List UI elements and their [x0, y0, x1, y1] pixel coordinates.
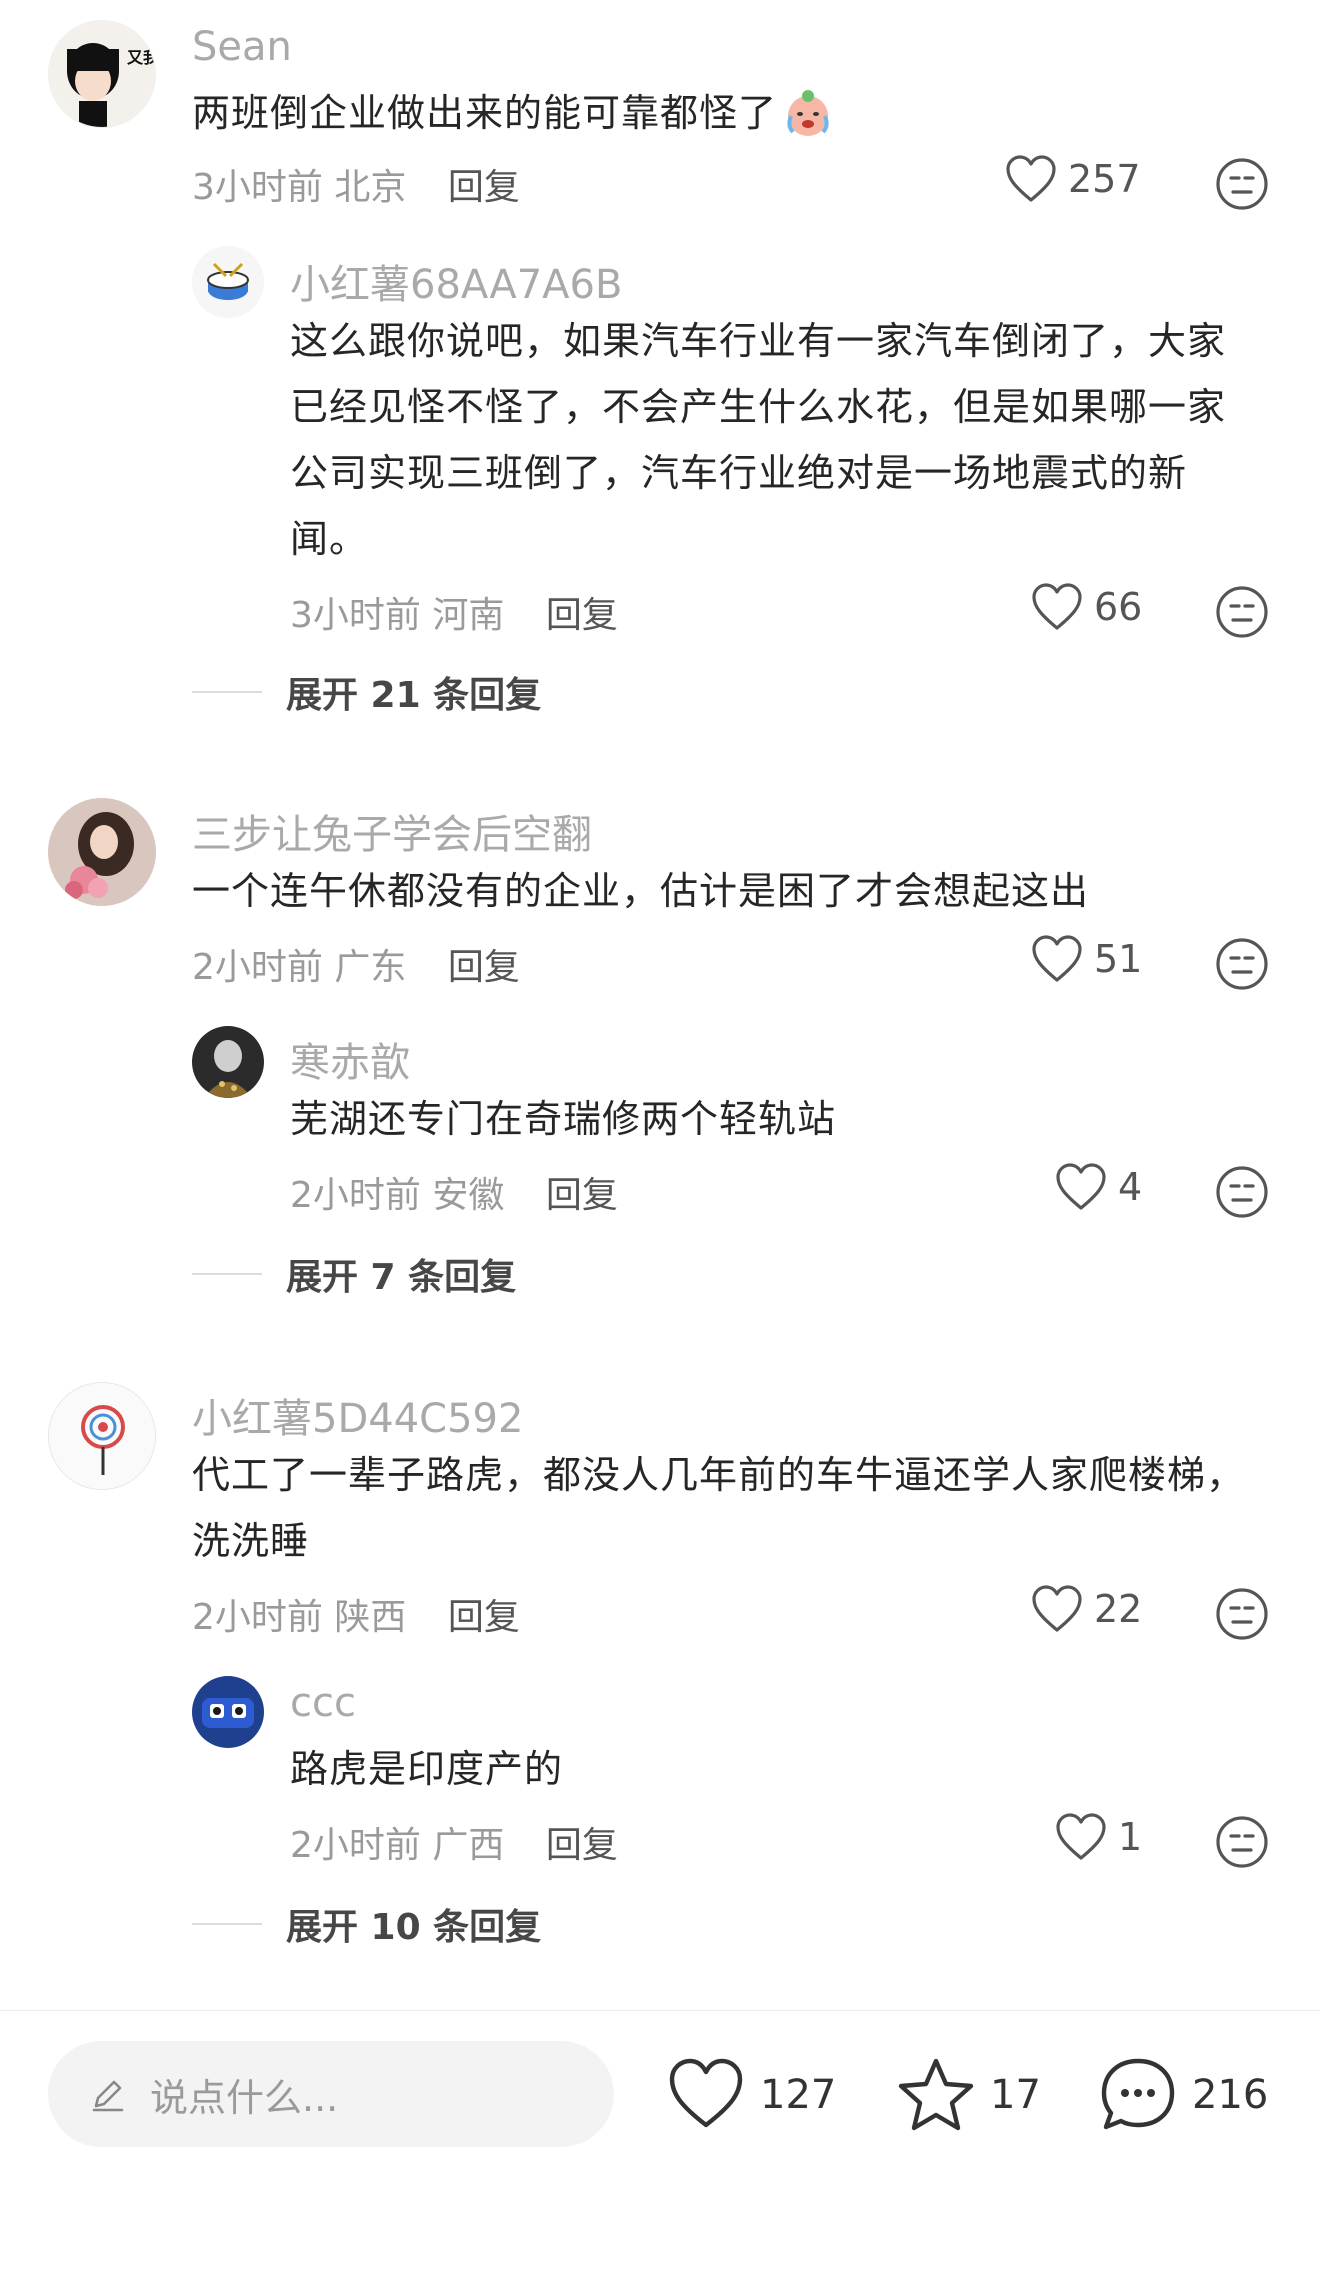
comment-meta: 2小时前 陕西 回复 [192, 1588, 520, 1640]
avatar-image [48, 798, 156, 906]
comment-time: 2小时前 [192, 1597, 323, 1638]
neutral-face-icon[interactable] [1214, 1164, 1270, 1220]
divider-line [192, 691, 262, 693]
comment-meta: 2小时前 广东 回复 [192, 938, 520, 990]
like-post-button[interactable]: 127 [666, 2047, 836, 2143]
heart-outline-icon [1032, 1585, 1082, 1632]
like-count: 1 [1118, 1815, 1143, 1859]
comment-text: 两班倒企业做出来的能可靠都怪了 [192, 91, 778, 135]
divider-line [192, 1273, 262, 1275]
reply-button[interactable]: 回复 [546, 1175, 618, 1216]
neutral-face-icon[interactable] [1214, 156, 1270, 212]
comment-meta: 3小时前 河南 回复 [290, 586, 618, 638]
avatar[interactable] [192, 246, 264, 318]
pencil-icon [92, 2080, 124, 2112]
comment-meta: 2小时前 安徽 回复 [290, 1166, 618, 1218]
like-button[interactable]: 22 [1030, 1584, 1142, 1634]
favorite-post-button[interactable]: 17 [896, 2047, 1041, 2143]
reply-button[interactable]: 回复 [448, 1597, 520, 1638]
comment-username[interactable]: 寒赤歆 [290, 1030, 410, 1088]
comment-time: 3小时前 [290, 595, 421, 636]
post-favorite-count: 17 [990, 2072, 1041, 2118]
expand-replies-label: 展开 7 条回复 [286, 1257, 517, 1298]
crying-emoji-icon [787, 90, 829, 136]
comment-location: 安徽 [432, 1175, 505, 1216]
expand-replies-label: 展开 21 条回复 [286, 675, 542, 716]
like-count: 257 [1068, 157, 1141, 201]
divider-line [192, 1923, 262, 1925]
like-count: 22 [1094, 1587, 1143, 1631]
avatar-text: 又我?? [126, 48, 156, 67]
comment-text: 代工了一辈子路虎，都没人几年前的车牛逼还学人家爬楼梯，洗洗睡 [192, 1453, 1246, 1563]
comment-time: 2小时前 [192, 947, 323, 988]
lollipop-avatar-icon [49, 1383, 155, 1489]
comment-time: 3小时前 [192, 167, 323, 208]
neutral-face-icon[interactable] [1214, 1586, 1270, 1642]
comment-time: 2小时前 [290, 1825, 421, 1866]
comment-location: 陕西 [334, 1597, 407, 1638]
like-count: 51 [1094, 937, 1143, 981]
heart-outline-icon [1056, 1813, 1106, 1860]
avatar[interactable] [192, 1676, 264, 1748]
heart-outline-icon [1032, 583, 1082, 630]
post-comment-count: 216 [1192, 2072, 1269, 2118]
comment-body: 两班倒企业做出来的能可靠都怪了 [192, 80, 1192, 146]
comment-post-button[interactable]: 216 [1098, 2047, 1268, 2143]
comment-username[interactable]: Sean [192, 24, 292, 70]
like-count: 4 [1118, 1165, 1143, 1209]
neutral-face-icon[interactable] [1214, 936, 1270, 992]
expand-replies-button[interactable]: 展开 10 条回复 [192, 1898, 541, 1950]
comments-page: 又我?? Sean 两班倒企业做出来的能可靠都怪了 3小时前 北京 [0, 0, 1320, 2274]
neutral-face-icon[interactable] [1214, 584, 1270, 640]
comment-meta: 3小时前 北京 回复 [192, 158, 520, 210]
avatar[interactable] [48, 1382, 156, 1490]
drum-avatar-icon [192, 246, 264, 318]
like-button[interactable]: 257 [1004, 154, 1141, 204]
comment-username[interactable]: 小红薯5D44C592 [192, 1386, 523, 1444]
comment-location: 河南 [432, 595, 505, 636]
reply-button[interactable]: 回复 [546, 1825, 618, 1866]
avatar[interactable] [48, 798, 156, 906]
comment-location: 北京 [334, 167, 407, 208]
like-button[interactable]: 1 [1054, 1812, 1142, 1862]
comment-input[interactable]: 说点什么... [48, 2041, 614, 2147]
expand-replies-label: 展开 10 条回复 [286, 1907, 542, 1948]
like-button[interactable]: 51 [1030, 934, 1142, 984]
comment-input-placeholder: 说点什么... [150, 2075, 339, 2120]
comment-text: 一个连午休都没有的企业，估计是困了才会想起这出 [192, 869, 1090, 913]
post-like-count: 127 [760, 2072, 837, 2118]
heart-outline-icon [1032, 935, 1082, 982]
like-button[interactable]: 66 [1030, 582, 1142, 632]
comment-username[interactable]: 三步让兔子学会后空翻 [192, 802, 592, 860]
expand-replies-button[interactable]: 展开 21 条回复 [192, 666, 541, 718]
reply-button[interactable]: 回复 [546, 595, 618, 636]
expand-replies-button[interactable]: 展开 7 条回复 [192, 1248, 516, 1300]
comment-location: 广西 [432, 1825, 505, 1866]
star-outline-icon [898, 2058, 974, 2131]
comment-username[interactable]: 小红薯68AA7A6B [290, 252, 622, 310]
heart-outline-icon [1006, 155, 1056, 202]
bottom-action-bar: 说点什么... 127 17 216 [0, 2010, 1320, 2274]
chat-bubble-icon [1101, 2058, 1175, 2130]
comment-meta: 2小时前 广西 回复 [290, 1816, 618, 1868]
comment-location: 广东 [334, 947, 407, 988]
neutral-face-icon[interactable] [1214, 1814, 1270, 1870]
comment-text: 这么跟你说吧，如果汽车行业有一家汽车倒闭了，大家已经见怪不怪了，不会产生什么水花… [290, 319, 1227, 561]
like-count: 66 [1094, 585, 1143, 629]
heart-outline-icon [1056, 1163, 1106, 1210]
avatar[interactable]: 又我?? [48, 20, 156, 128]
comment-time: 2小时前 [290, 1175, 421, 1216]
avatar-image: 又我?? [49, 21, 156, 127]
heart-outline-icon [669, 2058, 743, 2128]
reply-button[interactable]: 回复 [448, 947, 520, 988]
comment-username[interactable]: ccc [290, 1680, 356, 1726]
like-button[interactable]: 4 [1054, 1162, 1142, 1212]
comment-text: 芜湖还专门在奇瑞修两个轻轨站 [290, 1097, 837, 1141]
avatar-image [192, 1676, 264, 1748]
avatar-image [192, 1026, 264, 1098]
comment-text: 路虎是印度产的 [290, 1747, 564, 1791]
reply-button[interactable]: 回复 [448, 167, 520, 208]
avatar[interactable] [192, 1026, 264, 1098]
